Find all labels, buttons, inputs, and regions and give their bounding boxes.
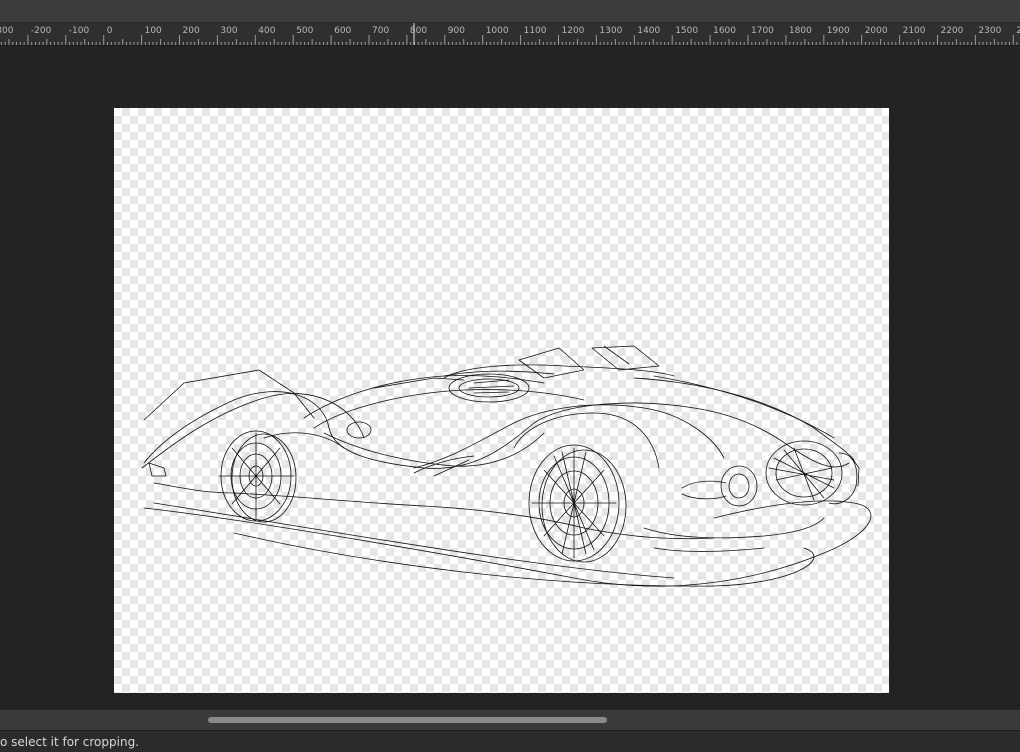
ruler-label: 800 [410, 26, 427, 36]
ruler-label: 1300 [599, 26, 622, 36]
ruler-label: -200 [31, 26, 52, 36]
ruler-scale: -300 -200 -100 0 100 200 300 400 500 600 700 800 900… [0, 23, 1020, 45]
ruler-label: 1600 [713, 26, 736, 36]
ruler-label: 1200 [562, 26, 585, 36]
tail-light [720, 465, 758, 507]
horizontal-scrollbar[interactable] [0, 710, 1020, 730]
ruler-label: 1100 [524, 26, 547, 36]
ruler-label: 900 [448, 26, 465, 36]
car-line-drawing [141, 345, 872, 587]
ruler-label: 2000 [865, 26, 888, 36]
ruler-label: 2200 [941, 26, 964, 36]
ruler-label: 300 [220, 26, 237, 36]
ruler-label: 2300 [978, 26, 1001, 36]
canvas-area[interactable] [0, 46, 1020, 710]
ruler-label: 1400 [637, 26, 660, 36]
horizontal-ruler[interactable]: -300 -200 -100 0 100 200 300 400 500 600 700 800 900… [0, 23, 1020, 46]
ruler-label: -300 [0, 26, 14, 36]
ruler-label: -100 [69, 26, 90, 36]
ruler-label: 200 [183, 26, 200, 36]
ruler-label: 100 [145, 26, 162, 36]
horizontal-scroll-thumb[interactable] [208, 717, 607, 723]
ruler-label: 2400 [1016, 26, 1020, 36]
ruler-label: 600 [334, 26, 351, 36]
ruler-label: 500 [296, 26, 313, 36]
document-canvas[interactable] [114, 108, 889, 693]
status-bar: o select it for cropping. [0, 730, 1020, 752]
ruler-label: 1000 [486, 26, 509, 36]
ruler-label: 1800 [789, 26, 812, 36]
ruler-label: 400 [258, 26, 275, 36]
status-text: o select it for cropping. [0, 735, 140, 749]
ruler-label: 2100 [903, 26, 926, 36]
ruler-label: 1900 [827, 26, 850, 36]
ruler-label: 700 [372, 26, 389, 36]
ruler-label: 0 [107, 26, 113, 36]
ruler-label: 1700 [751, 26, 774, 36]
ruler-label: 1500 [675, 26, 698, 36]
ground-shadow-inner [153, 502, 675, 579]
top-toolbar [0, 0, 1020, 23]
